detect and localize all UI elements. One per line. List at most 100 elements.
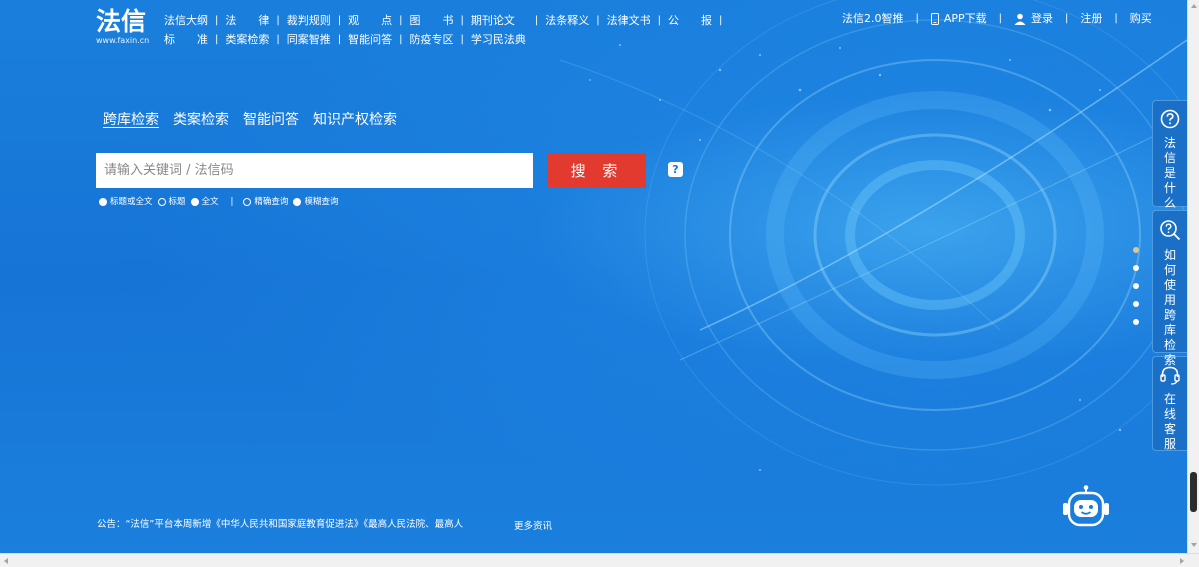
faxin-logo[interactable]: 法信 www.faxin.cn — [96, 8, 158, 46]
page-dot-active[interactable] — [1133, 247, 1139, 253]
side-how-to-use-search[interactable]: 如何使用跨库检索 — [1152, 210, 1187, 367]
nav-separator: | — [337, 34, 342, 45]
nav-separator: | — [399, 15, 403, 26]
purchase-link[interactable]: 购买 — [1130, 11, 1152, 27]
radio-selected-icon — [190, 198, 199, 206]
radio-title-or-fulltext[interactable]: 标题或全文 — [99, 196, 153, 208]
header-separator: | — [915, 13, 919, 24]
nav-epidemic-zone[interactable]: 防疫专区 — [410, 30, 454, 49]
search-question-icon — [1159, 219, 1181, 245]
side-label: 法信是什么 — [1163, 136, 1176, 210]
nav-separator: | — [276, 34, 280, 45]
radio-exact-query[interactable]: 精确查询 — [243, 196, 288, 208]
radio-label: 精确查询 — [254, 197, 289, 207]
page-dot[interactable] — [1133, 283, 1139, 289]
nav-civil-code[interactable]: 学习民法典 — [471, 30, 526, 49]
radio-label: 标题 — [168, 197, 186, 207]
register-link[interactable]: 注册 — [1080, 11, 1102, 27]
login-link[interactable]: 登录 — [1014, 11, 1053, 27]
nav-separator: | — [657, 15, 661, 26]
help-question-icon[interactable]: ? — [668, 162, 683, 177]
tab-smart-qa[interactable]: 智能问答 — [243, 111, 299, 129]
options-separator: | — [230, 197, 234, 207]
nav-legal-documents[interactable]: 法律文书 — [607, 11, 651, 30]
header-separator: | — [998, 13, 1003, 24]
nav-separator: | — [460, 34, 464, 45]
nav-separator: | — [337, 15, 342, 26]
search-options: 标题或全文 标题 全文 | 精确查询 模糊查询 — [99, 196, 343, 208]
login-label: 登录 — [1031, 12, 1054, 25]
nav-separator: | — [215, 15, 219, 26]
nav-separator: | — [596, 15, 600, 26]
radio-unselected-icon — [157, 198, 166, 206]
nav-separator: | — [215, 34, 219, 45]
search-button[interactable]: 搜 索 — [548, 153, 646, 188]
nav-same-case-push[interactable]: 同案智推 — [287, 30, 331, 49]
headset-icon — [1159, 365, 1181, 389]
side-label: 如何使用跨库检索 — [1163, 248, 1176, 367]
page-dot[interactable] — [1133, 301, 1139, 307]
nav-outline[interactable]: 法信大纲 — [164, 11, 208, 30]
radio-fuzzy-query[interactable]: 模糊查询 — [293, 196, 338, 208]
nav-row-1: 法信大纲 | 法 律 | 裁判规则 | 观 点 | 图 书 | 期刊论文 | 法条释义 | 法… — [164, 11, 744, 30]
radio-title[interactable]: 标题 — [157, 196, 186, 208]
logo-mark: 法信 — [96, 7, 147, 36]
side-label: 在线客服 — [1163, 392, 1176, 451]
search-input[interactable] — [96, 153, 533, 188]
nav-separator: | — [534, 15, 539, 26]
phone-icon — [930, 13, 939, 25]
radio-fulltext[interactable]: 全文 — [190, 196, 219, 208]
scroll-down-icon[interactable] — [1191, 543, 1197, 547]
nav-article-interpretation[interactable]: 法条释义 — [545, 11, 589, 30]
nav-viewpoints[interactable]: 观 点 — [348, 11, 392, 30]
horizontal-scrollbar[interactable] — [0, 553, 1199, 567]
radio-selected-icon — [293, 198, 302, 206]
question-circle-icon — [1160, 109, 1180, 133]
header-right-links: 法信2.0智推 | APP下载 | 登录 | 注册 | 购买 — [842, 11, 1152, 27]
scroll-left-icon[interactable] — [4, 558, 8, 564]
app-download-link[interactable]: APP下载 — [930, 11, 987, 27]
side-what-is-faxin[interactable]: 法信是什么 — [1152, 100, 1187, 210]
robot-assistant-icon[interactable] — [1058, 485, 1114, 529]
nav-smart-qa[interactable]: 智能问答 — [348, 30, 392, 49]
nav-separator: | — [399, 34, 403, 45]
nav-judgment-rules[interactable]: 裁判规则 — [287, 11, 331, 30]
tab-cross-database-search[interactable]: 跨库检索 — [103, 111, 159, 129]
scroll-right-icon[interactable] — [1180, 558, 1184, 564]
header-separator: | — [1065, 13, 1069, 24]
tab-ip-search[interactable]: 知识产权检索 — [313, 111, 397, 129]
nav-law[interactable]: 法 律 — [225, 11, 269, 30]
radio-selected-icon — [99, 198, 107, 206]
radio-unselected-icon — [243, 198, 252, 206]
announcement-text[interactable]: 公告：“法信”平台本周新增《中华人民共和国家庭教育促进法》《最高人民法院、最高人 — [97, 518, 517, 531]
tab-similar-case-search[interactable]: 类案检索 — [173, 111, 229, 129]
user-icon — [1014, 13, 1026, 25]
scroll-up-icon[interactable] — [1191, 4, 1197, 8]
app-download-label: APP下载 — [943, 12, 987, 25]
scroll-thumb[interactable] — [1190, 472, 1197, 512]
top-navigation: 法信大纲 | 法 律 | 裁判规则 | 观 点 | 图 书 | 期刊论文 | 法条释义 | 法… — [164, 11, 744, 49]
nav-separator: | — [460, 15, 464, 26]
hero-background — [0, 0, 1187, 553]
nav-row-2: 标 准 | 类案检索 | 同案智推 | 智能问答 | 防疫专区 | 学习民法典 — [164, 30, 744, 49]
nav-gazette[interactable]: 公 报 — [668, 11, 712, 30]
header-separator: | — [1114, 13, 1118, 24]
nav-similar-case-search[interactable]: 类案检索 — [225, 30, 269, 49]
nav-books[interactable]: 图 书 — [410, 11, 454, 30]
logo-url: www.faxin.cn — [96, 36, 150, 45]
nav-journals[interactable]: 期刊论文 — [471, 11, 515, 30]
radio-label: 全文 — [201, 197, 219, 207]
nav-separator: | — [719, 15, 723, 26]
radio-label: 标题或全文 — [110, 197, 153, 207]
more-news-link[interactable]: 更多资讯 — [514, 520, 552, 533]
vertical-scrollbar[interactable] — [1187, 0, 1199, 553]
side-floating-panel: 法信是什么 如何使用跨库检索 在线客服 — [1152, 100, 1187, 454]
radio-label: 模糊查询 — [304, 197, 339, 207]
nav-standards[interactable]: 标 准 — [164, 30, 208, 49]
page-indicator-dots — [1133, 247, 1141, 337]
page-dot[interactable] — [1133, 319, 1139, 325]
side-online-service[interactable]: 在线客服 — [1152, 356, 1187, 451]
faxin-2-smart-push-link[interactable]: 法信2.0智推 — [842, 11, 904, 27]
tech-circle-decoration — [559, 0, 1187, 486]
page-dot[interactable] — [1133, 265, 1139, 271]
